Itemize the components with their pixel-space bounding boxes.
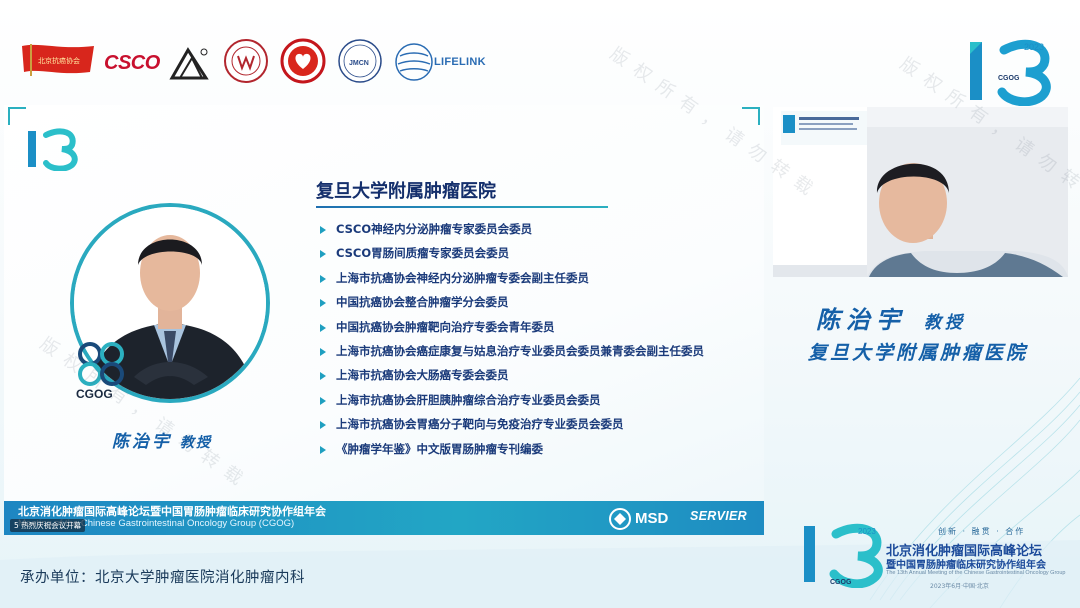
role-item: 《肿瘤学年鉴》中文版胃肠肿瘤专刊编委 [320,437,704,461]
event-slogan: 创新 · 融贯 · 合作 [938,527,1026,536]
role-item: CSCO胃肠间质瘤专家委员会委员 [320,241,704,265]
slide-speaker-title: 教授 [180,435,212,451]
slide-13-logo [28,128,78,171]
speaker-video-frame [867,107,1068,277]
video-speaker-title: 教授 [924,313,966,333]
speaker-roles-list: CSCO神经内分泌肿瘤专家委员会委员 CSCO胃肠间质瘤专家委员会委员 上海市抗… [320,217,704,461]
role-item: 上海市抗癌协会胃癌分子靶向与免疫治疗专业委员会委员 [320,412,704,436]
slide-corner-decoration [742,107,760,125]
event-brand: CGOG [998,75,1020,82]
event-bottom-year: 2023 [858,527,876,536]
organizer-caption: 承办单位：北京大学肿瘤医院消化肿瘤内科 [20,570,305,586]
cgog-label: CGOG [76,387,113,401]
role-item: CSCO神经内分泌肿瘤专家委员会委员 [320,217,704,241]
role-item: 上海市抗癌协会神经内分泌肿瘤专委会副主任委员 [320,266,704,290]
heart-foundation-logo [280,38,326,84]
slide-speaker-name: 陈治宇 [112,432,172,452]
event-year: 2023 [1024,42,1044,52]
role-item: 中国抗癌协会整合肿瘤学分会委员 [320,290,704,314]
slide-speaker-caption: 陈治宇 教授 [112,427,212,452]
video-speaker-name: 陈治宇 [816,305,906,334]
event-13th-bottom-logo: 2023 CGOG [804,523,883,588]
event-bottom-brand: CGOG [830,579,852,586]
role-item: 上海市抗癌协会癌症康复与姑息治疗专业委员会委员兼青委会副主任委员 [320,339,704,363]
sponsor-logo-strip: 北京抗癌协会 CSCO JMCN LIFELINK [20,38,486,90]
csco-emblem-icon [169,47,209,80]
role-item: 中国抗癌协会肿瘤靶向治疗专委会青年委员 [320,315,704,339]
live-chat-ticker[interactable]: 5 热烈庆祝会议开幕 [10,519,86,532]
servier-logo: SERVIER [690,509,747,523]
cancer-association-flag-logo: 北京抗癌协会 [20,42,96,78]
title-underline [316,206,608,208]
jmcn-logo: JMCN [337,38,383,84]
msd-label: MSD [635,510,669,527]
csco-logo: CSCO [104,44,210,82]
event-date: 2023年6月·中国·北京 [930,583,989,590]
jmcn-label: JMCN [349,60,369,67]
footer-conference-title: 北京消化肿瘤国际高峰论坛暨中国胃肠肿瘤临床研究协作组年会 [18,505,326,518]
slide-footer-bar: 北京消化肿瘤国际高峰论坛暨中国胃肠肿瘤临床研究协作组年会 Meeting of … [4,501,764,535]
video-speaker-caption: 陈治宇 教授 [816,300,966,335]
role-item: 上海市抗癌协会肝胆胰肿瘤综合治疗专业委员会委员 [320,388,704,412]
slide-hospital-title: 复旦大学附属肿瘤医院 [316,181,496,202]
role-item: 上海市抗癌协会大肠癌专委会委员 [320,363,704,387]
lifelink-label: LIFELINK [434,56,486,68]
msd-emblem-icon [609,508,631,530]
university-seal-logo [223,38,269,84]
event-title-english: The 13th Annual Meeting of the Chinese G… [886,570,1066,576]
event-title-line-2: 暨中国胃肠肿瘤临床研究协作组年会 [886,560,1046,571]
lifelink-logo: LIFELINK [394,40,486,84]
presentation-slide: CGOG 陈治宇 教授 复旦大学附属肿瘤医院 CSCO神经内分泌肿瘤专家委员会委员… [4,105,764,535]
flag-label: 北京抗癌协会 [38,56,80,65]
csco-label: CSCO [104,52,160,74]
slide-thumbnail[interactable] [773,107,867,277]
speaker-video-feed[interactable] [867,107,1068,277]
video-speaker-hospital: 复旦大学附属肿瘤医院 [808,342,1029,364]
slide-corner-decoration [8,107,26,125]
msd-logo: MSD [609,508,679,530]
lifelink-globe-icon [395,43,433,81]
event-13th-logo: 2023 CGOG [970,39,1051,106]
